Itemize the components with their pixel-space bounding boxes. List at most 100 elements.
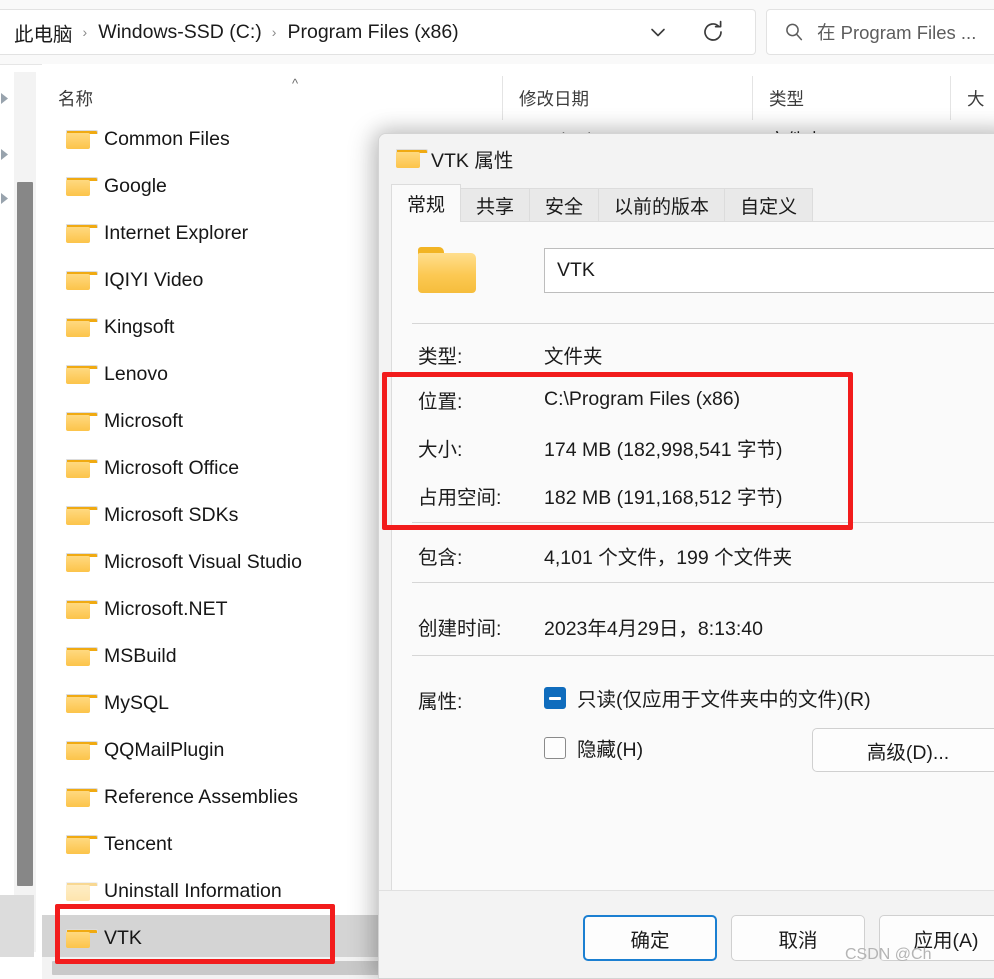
tab-常规[interactable]: 常规 <box>391 184 462 222</box>
property-row-contains: 包含: 4,101 个文件，199 个文件夹 <box>392 539 994 571</box>
tree-expand-arrow-icon[interactable] <box>0 192 10 205</box>
file-name: Lenovo <box>104 363 168 385</box>
ok-button[interactable]: 确定 <box>583 915 717 961</box>
property-label: 包含: <box>418 546 463 569</box>
search-input[interactable]: 在 Program Files ... <box>817 19 976 45</box>
folder-icon <box>66 506 98 525</box>
address-path-box[interactable]: 此电脑 › Windows-SSD (C:) › Program Files (x86) <box>0 9 756 55</box>
property-row-size-on-disk: 占用空间: 182 MB (191,168,512 字节) <box>392 479 994 511</box>
tree-expand-arrow-icon[interactable] <box>0 148 10 161</box>
breadcrumb-item[interactable]: Program Files (x86) <box>281 19 464 46</box>
property-label: 大小: <box>418 438 463 461</box>
explorer-address-bar: 此电脑 › Windows-SSD (C:) › Program Files (x86) <box>0 0 994 65</box>
screen: 此电脑 › Windows-SSD (C:) › Program Files (x86) <box>0 0 994 979</box>
column-header-3[interactable]: 大 <box>950 76 994 120</box>
tree-expand-arrow-icon[interactable] <box>0 92 10 105</box>
file-name: QQMailPlugin <box>104 739 225 761</box>
folder-properties-dialog: VTK 属性 常规 共享 安全 以前的版本 自定义 VTK 类型: 文件夹 位置: C:… <box>378 133 994 979</box>
readonly-checkbox-label: 只读(仅应用于文件夹中的文件)(R) <box>577 689 871 711</box>
property-value: 182 MB (191,168,512 字节) <box>544 486 783 509</box>
breadcrumb-separator: › <box>271 24 277 40</box>
property-value: 174 MB (182,998,541 字节) <box>544 438 783 461</box>
column-header-1[interactable]: 修改日期 <box>502 76 752 120</box>
file-name: Microsoft SDKs <box>104 504 239 526</box>
breadcrumb-item[interactable]: Windows-SSD (C:) <box>92 19 268 46</box>
folder-icon <box>66 224 98 243</box>
folder-name-input[interactable]: VTK <box>544 248 994 293</box>
folder-icon <box>66 365 98 384</box>
property-value: 文件夹 <box>544 345 603 368</box>
breadcrumb-separator: › <box>82 24 88 40</box>
sort-ascending-icon[interactable]: ^ <box>292 76 298 91</box>
file-name: VTK <box>104 927 142 949</box>
search-icon <box>783 21 805 43</box>
folder-icon <box>66 694 98 713</box>
file-name: Internet Explorer <box>104 222 249 244</box>
folder-icon <box>66 177 98 196</box>
divider <box>412 323 994 324</box>
property-row-size: 大小: 174 MB (182,998,541 字节) <box>392 431 994 463</box>
dialog-footer: 确定 取消 应用(A) <box>379 890 994 978</box>
folder-icon <box>66 788 98 807</box>
folder-icon <box>66 318 98 337</box>
folder-icon <box>66 882 98 901</box>
divider <box>412 522 994 523</box>
file-name: Tencent <box>104 833 173 855</box>
divider <box>412 582 994 583</box>
attributes-label: 属性: <box>418 690 463 713</box>
property-value: C:\Program Files (x86) <box>544 387 741 410</box>
property-value: 4,101 个文件，199 个文件夹 <box>544 546 793 569</box>
folder-icon <box>66 459 98 478</box>
dialog-title: VTK 属性 <box>431 149 514 172</box>
folder-icon <box>66 741 98 760</box>
readonly-checkbox-row[interactable]: 只读(仅应用于文件夹中的文件)(R) <box>544 683 871 712</box>
csdn-watermark: CSDN @Ch <box>845 946 932 963</box>
property-row-location: 位置: C:\Program Files (x86) <box>392 383 994 415</box>
file-name: IQIYI Video <box>104 269 204 291</box>
tab-以前的版本[interactable]: 以前的版本 <box>598 188 726 222</box>
breadcrumb: 此电脑 › Windows-SSD (C:) › Program Files (x86) <box>8 10 465 54</box>
property-label: 位置: <box>418 390 463 413</box>
dialog-titlebar: VTK 属性 <box>379 134 994 182</box>
large-folder-icon <box>418 247 476 293</box>
property-label: 类型: <box>418 345 463 368</box>
dialog-general-tab-panel: VTK 类型: 文件夹 位置: C:\Program Files (x86) 大… <box>391 221 994 893</box>
folder-icon <box>396 148 428 168</box>
property-row-type: 类型: 文件夹 <box>392 338 994 370</box>
property-label: 占用空间: <box>418 486 502 509</box>
file-name: Microsoft.NET <box>104 598 228 620</box>
column-headers: 名称 修改日期 类型大 <box>42 76 994 120</box>
file-name: MySQL <box>104 692 170 714</box>
column-header-2[interactable]: 类型 <box>752 76 950 120</box>
property-label: 创建时间: <box>418 617 502 640</box>
tab-安全[interactable]: 安全 <box>529 188 600 222</box>
search-box[interactable]: 在 Program Files ... <box>766 9 994 55</box>
tab-自定义[interactable]: 自定义 <box>724 188 814 222</box>
file-name: MSBuild <box>104 645 177 667</box>
refresh-icon[interactable] <box>691 10 735 54</box>
folder-icon <box>66 553 98 572</box>
file-name: Microsoft <box>104 410 184 432</box>
tab-共享[interactable]: 共享 <box>460 188 531 222</box>
divider <box>412 655 994 656</box>
scrollbar-corner <box>0 895 34 957</box>
property-row-created: 创建时间: 2023年4月29日，8:13:40 <box>392 610 994 642</box>
folder-icon <box>66 130 98 149</box>
breadcrumb-item[interactable]: 此电脑 <box>8 16 79 49</box>
file-name: Reference Assemblies <box>104 786 299 808</box>
nav-rail <box>0 64 10 979</box>
readonly-checkbox[interactable] <box>544 686 566 709</box>
folder-icon <box>66 412 98 431</box>
folder-icon <box>66 647 98 666</box>
folder-icon <box>66 600 98 619</box>
tree-scrollbar-thumb[interactable] <box>17 182 33 886</box>
column-header-0[interactable]: 名称 <box>42 76 502 120</box>
advanced-button[interactable]: 高级(D)... <box>812 728 994 772</box>
chevron-down-icon[interactable] <box>637 10 679 54</box>
property-value: 2023年4月29日，8:13:40 <box>544 617 763 640</box>
file-name: Microsoft Visual Studio <box>104 551 302 573</box>
file-name: Google <box>104 175 167 197</box>
dialog-tabs: 常规 共享 安全 以前的版本 自定义 <box>391 184 814 222</box>
name-row: VTK <box>392 235 994 313</box>
folder-icon <box>66 929 98 948</box>
